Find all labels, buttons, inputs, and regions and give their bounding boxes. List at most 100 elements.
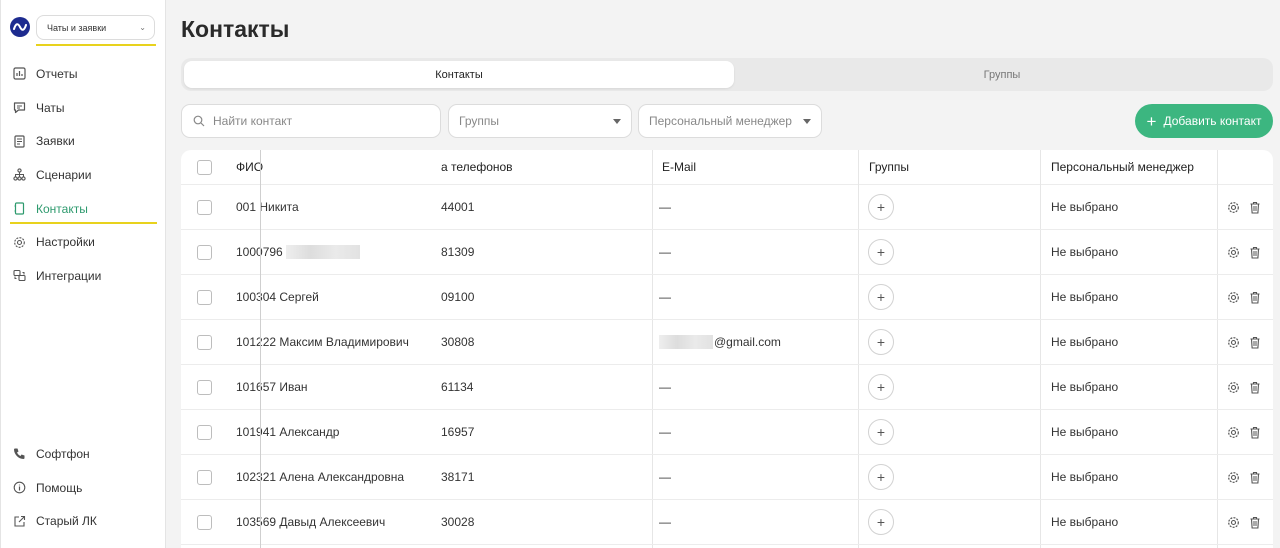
search-placeholder: Найти контакт: [213, 114, 293, 128]
reports-icon: [12, 67, 26, 81]
row-checkbox[interactable]: [197, 514, 212, 530]
sidebar-item-label: Контакты: [36, 201, 88, 216]
header-phones[interactable]: а телефонов: [441, 150, 513, 184]
table-row[interactable]: 100304 Сергей 09100 — + Не выбрано: [181, 275, 1273, 320]
add-group-button[interactable]: +: [868, 374, 894, 400]
chat-icon: [12, 101, 26, 115]
manager-filter-placeholder: Персональный менеджер: [649, 114, 792, 128]
row-checkbox[interactable]: [197, 424, 212, 440]
contacts-table: ФИО а телефонов E-Mail Группы Персональн…: [181, 150, 1273, 548]
gear-icon[interactable]: [1227, 336, 1240, 349]
row-checkbox[interactable]: [197, 379, 212, 395]
requests-icon: [12, 134, 26, 148]
add-contact-label: Добавить контакт: [1163, 114, 1262, 128]
add-group-button[interactable]: +: [868, 509, 894, 535]
row-checkbox[interactable]: [197, 199, 212, 215]
trash-icon[interactable]: [1249, 471, 1261, 484]
trash-icon[interactable]: [1249, 336, 1261, 349]
gear-icon[interactable]: [1227, 516, 1240, 529]
gear-icon[interactable]: [1227, 426, 1240, 439]
row-checkbox[interactable]: [197, 289, 212, 305]
redacted-text: [659, 335, 713, 349]
row-checkbox[interactable]: [197, 244, 212, 260]
sidebar-item-softphone[interactable]: Софтфон: [1, 437, 167, 471]
contact-name[interactable]: 102321 Алена Александровна: [236, 470, 404, 484]
contact-name[interactable]: 101941 Александр: [236, 425, 339, 439]
trash-icon[interactable]: [1249, 291, 1261, 304]
add-group-button[interactable]: +: [868, 284, 894, 310]
table-row[interactable]: 102321 Алена Александровна 38171 — + Не выбр…: [181, 455, 1273, 500]
sidebar-item-help[interactable]: Помощь: [1, 471, 167, 505]
contact-name[interactable]: 001 Никита: [236, 200, 299, 214]
sidebar-item-integrations[interactable]: Интеграции: [1, 259, 167, 293]
contact-manager: Не выбрано: [1051, 425, 1119, 439]
groups-filter-placeholder: Группы: [459, 114, 499, 128]
mode-select-highlight: [36, 44, 156, 46]
contact-email: —: [659, 380, 671, 394]
table-row[interactable]: 101657 Иван 61134 — + Не выбрано: [181, 365, 1273, 410]
gear-icon[interactable]: [1227, 246, 1240, 259]
gear-icon[interactable]: [1227, 201, 1240, 214]
sidebar-item-old-cabinet[interactable]: Старый ЛК: [1, 504, 167, 538]
mode-select-value: Чаты и заявки: [47, 22, 107, 33]
add-group-button[interactable]: +: [868, 464, 894, 490]
add-group-button[interactable]: +: [868, 329, 894, 355]
contact-manager: Не выбрано: [1051, 245, 1119, 259]
gear-icon[interactable]: [1227, 471, 1240, 484]
trash-icon[interactable]: [1249, 246, 1261, 259]
mode-select[interactable]: Чаты и заявки ⌄: [36, 15, 155, 40]
contact-phone: 44001: [441, 200, 475, 214]
help-icon: [12, 481, 26, 495]
select-all-checkbox[interactable]: [197, 159, 212, 175]
row-checkbox[interactable]: [197, 469, 212, 485]
gear-icon[interactable]: [1227, 381, 1240, 394]
sidebar-item-scenarios[interactable]: Сценарии: [1, 158, 167, 192]
tab-contacts[interactable]: Контакты: [184, 61, 734, 88]
contacts-icon: [12, 202, 26, 216]
trash-icon[interactable]: [1249, 201, 1261, 214]
groups-filter[interactable]: Группы: [448, 104, 632, 138]
external-link-icon: [12, 514, 26, 528]
contact-email: —: [659, 425, 671, 439]
table-row[interactable]: 001 Никита 44001 — + Не выбрано: [181, 185, 1273, 230]
logo-icon[interactable]: [10, 17, 30, 37]
contact-name[interactable]: 101222 Максим Владимирович: [236, 335, 409, 349]
contact-name[interactable]: 100304 Сергей: [236, 290, 319, 304]
contact-manager: Не выбрано: [1051, 470, 1119, 484]
trash-icon[interactable]: [1249, 426, 1261, 439]
table-row[interactable]: 103569 Давыд Алексеевич 30028 — + Не выбрано: [181, 500, 1273, 545]
contact-phone: 61134: [441, 380, 474, 394]
header-email[interactable]: E-Mail: [662, 150, 696, 184]
header-manager[interactable]: Персональный менеджер: [1051, 150, 1194, 184]
add-contact-button[interactable]: + Добавить контакт: [1135, 104, 1273, 138]
manager-filter[interactable]: Персональный менеджер: [638, 104, 822, 138]
tab-groups[interactable]: Группы: [734, 61, 1270, 88]
sidebar-item-settings[interactable]: Настройки: [1, 225, 167, 259]
contact-name[interactable]: 101657 Иван: [236, 380, 308, 394]
add-group-button[interactable]: +: [868, 419, 894, 445]
chevron-down-icon: ⌄: [139, 23, 146, 32]
table-row[interactable]: 101941 Александр 16957 — + Не выбрано: [181, 410, 1273, 455]
contact-manager: Не выбрано: [1051, 380, 1119, 394]
trash-icon[interactable]: [1249, 381, 1261, 394]
table-row[interactable]: 100079681309—+Не выбрано: [181, 230, 1273, 275]
sidebar-item-reports[interactable]: Отчеты: [1, 57, 167, 91]
trash-icon[interactable]: [1249, 516, 1261, 529]
add-group-button[interactable]: +: [868, 239, 894, 265]
table-row[interactable]: 101222 Максим Владимирович 30808 @gmail.co…: [181, 320, 1273, 365]
sidebar-bottom-nav: Софтфон Помощь Старый ЛК: [1, 437, 167, 538]
contact-name[interactable]: 103569 Давыд Алексеевич: [236, 515, 385, 529]
sidebar-item-contacts[interactable]: Контакты: [1, 192, 167, 226]
gear-icon: [12, 235, 26, 249]
sidebar-item-requests[interactable]: Заявки: [1, 124, 167, 158]
contact-manager: Не выбрано: [1051, 200, 1119, 214]
contact-phone: 09100: [441, 290, 475, 304]
sidebar-item-label: Отчеты: [36, 66, 78, 81]
sidebar-item-chats[interactable]: Чаты: [1, 91, 167, 125]
sidebar-item-label: Сценарии: [36, 167, 92, 182]
search-input[interactable]: Найти контакт: [181, 104, 441, 138]
add-group-button[interactable]: +: [868, 194, 894, 220]
header-groups[interactable]: Группы: [869, 150, 909, 184]
gear-icon[interactable]: [1227, 291, 1240, 304]
row-checkbox[interactable]: [197, 334, 212, 350]
